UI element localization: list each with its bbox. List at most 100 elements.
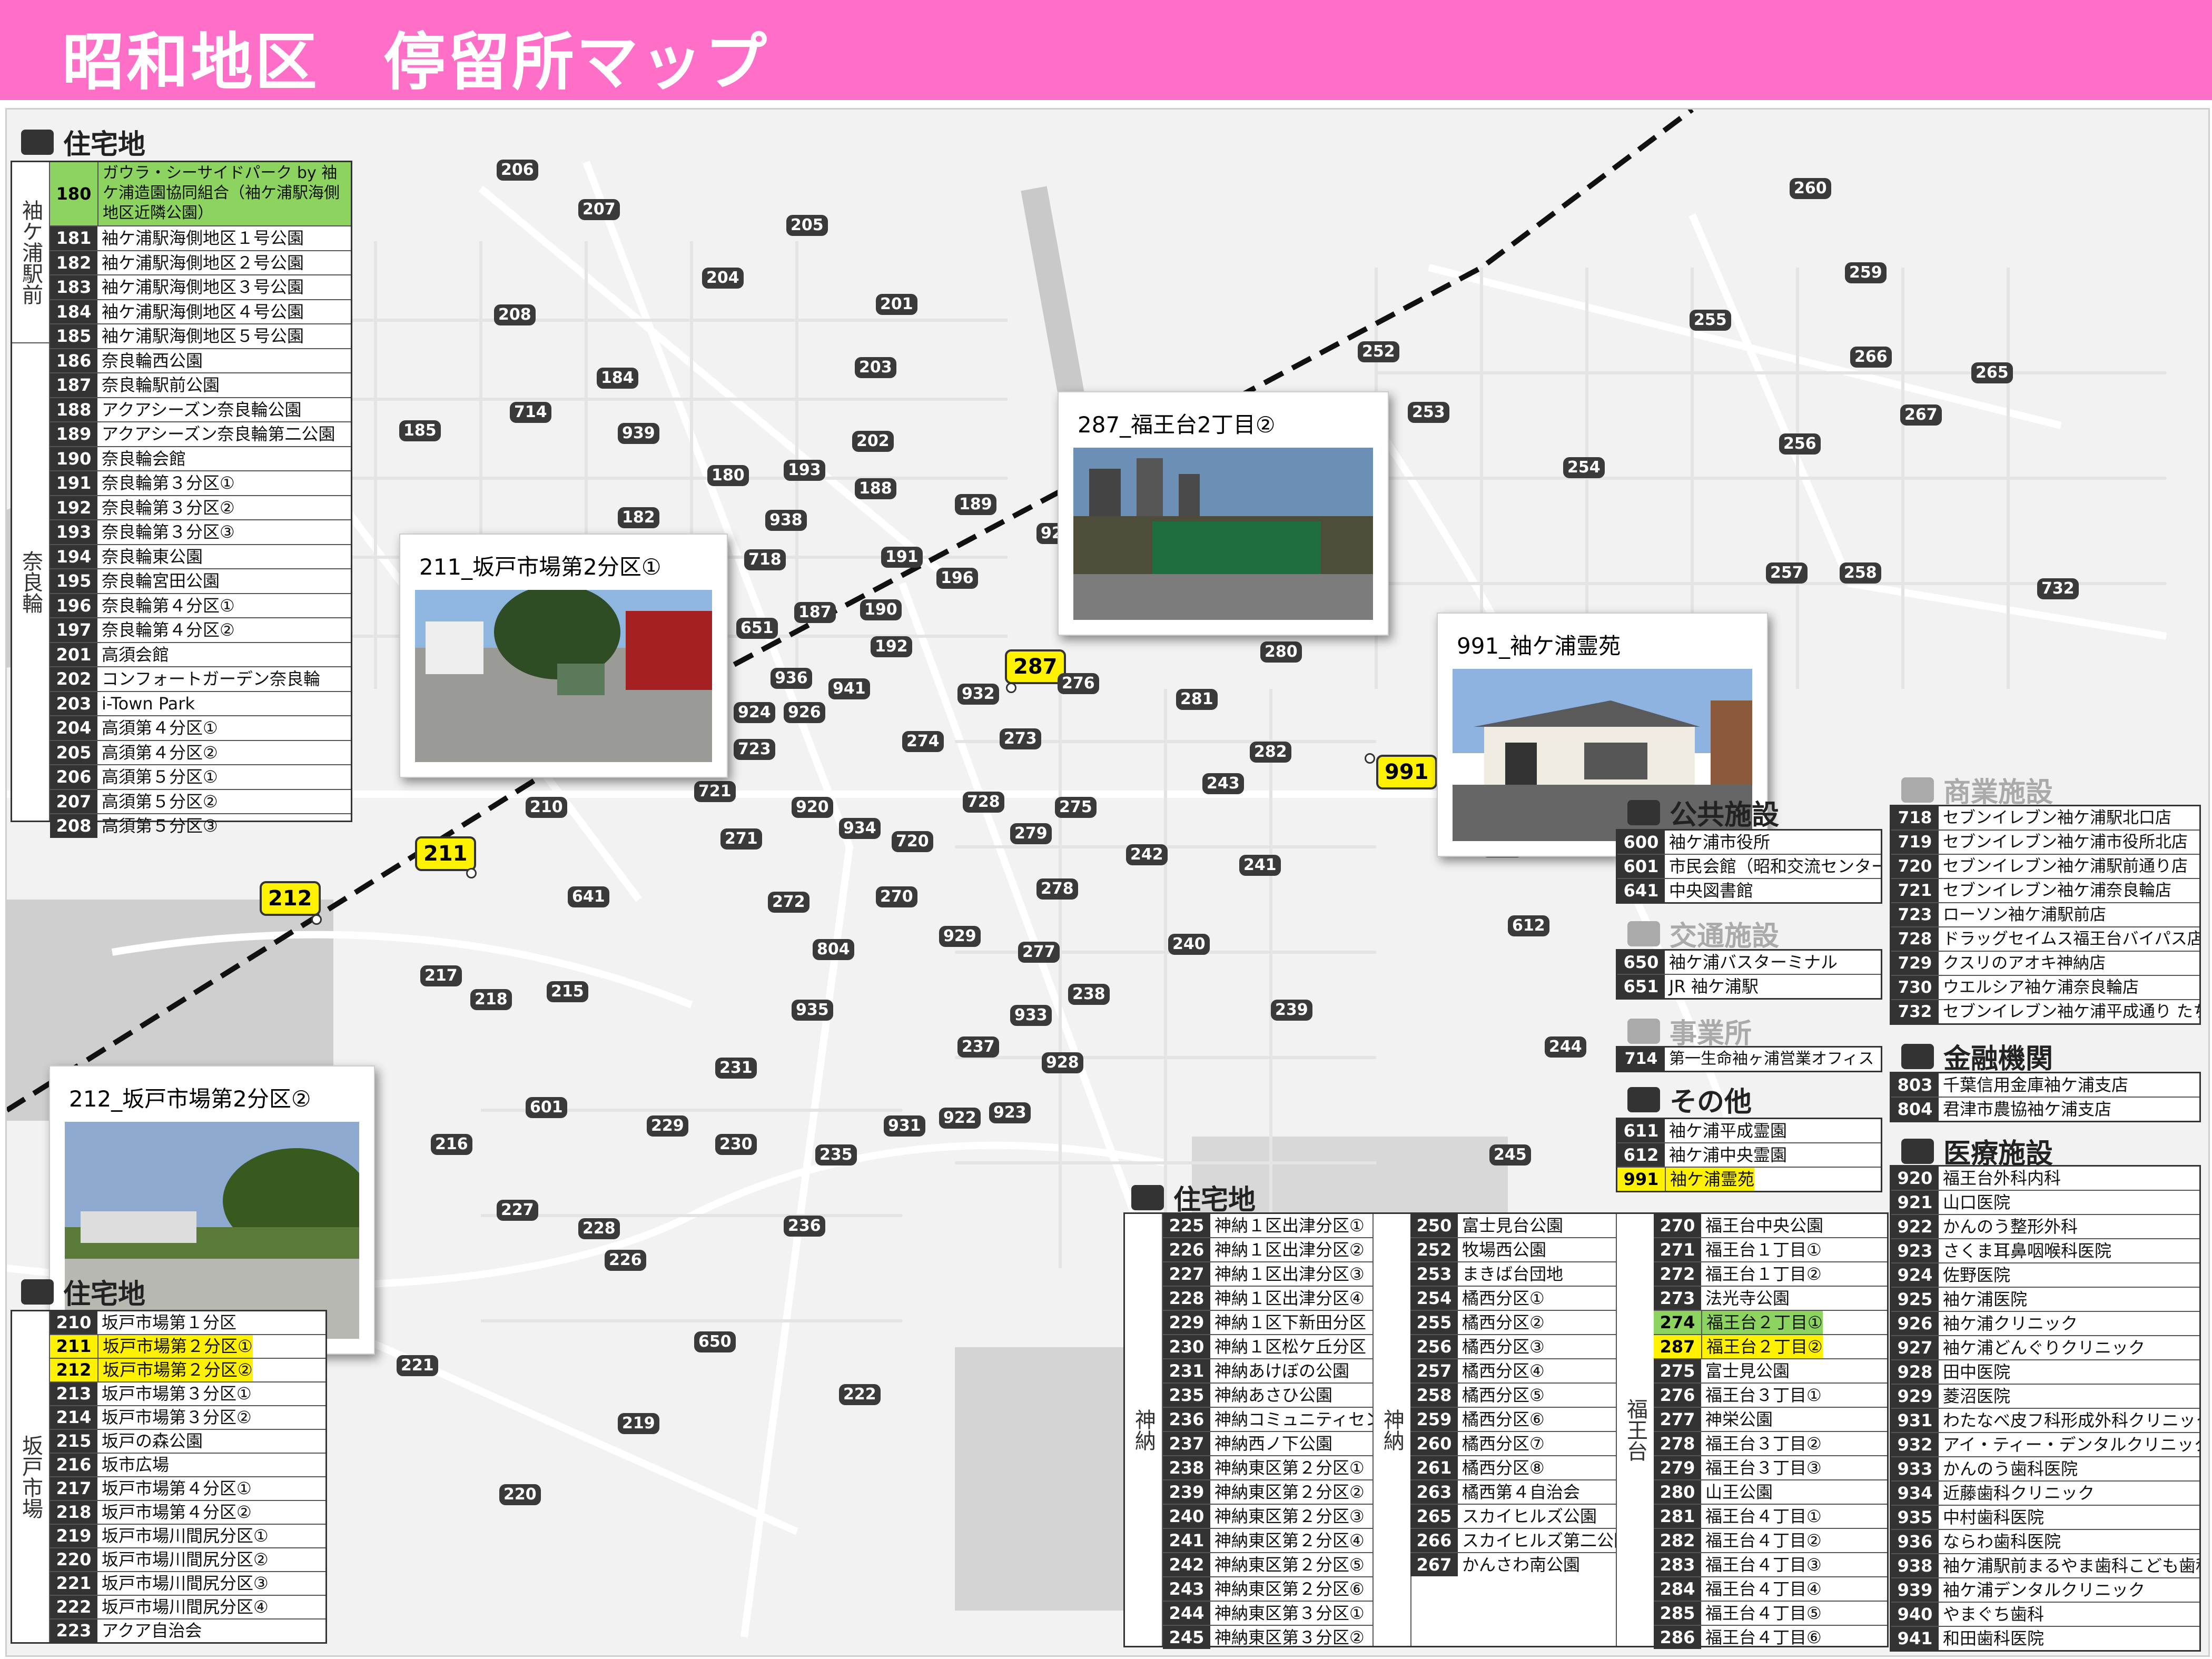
map-stop[interactable]: 206 bbox=[497, 160, 538, 181]
map-stop[interactable]: 258 bbox=[1840, 562, 1881, 584]
map-stop[interactable]: 240 bbox=[1168, 934, 1210, 955]
map-stop[interactable]: 266 bbox=[1850, 347, 1892, 368]
map-stop[interactable]: 641 bbox=[568, 886, 609, 907]
map-stop-highlight[interactable]: 287 bbox=[1005, 649, 1066, 684]
photo-card-211[interactable]: 211_坂戸市場第2分区① bbox=[399, 534, 728, 778]
map-stop[interactable]: 208 bbox=[494, 304, 536, 325]
map-stop[interactable]: 728 bbox=[963, 792, 1004, 813]
map-stop[interactable]: 936 bbox=[771, 668, 812, 689]
map-stop[interactable]: 273 bbox=[1000, 728, 1041, 749]
map-stop[interactable]: 280 bbox=[1260, 641, 1302, 663]
map-stop[interactable]: 923 bbox=[989, 1102, 1031, 1123]
map-stop[interactable]: 230 bbox=[715, 1134, 757, 1155]
map-stop[interactable]: 243 bbox=[1202, 773, 1244, 794]
map-stop[interactable]: 207 bbox=[578, 199, 620, 220]
map-stop[interactable]: 257 bbox=[1766, 562, 1808, 584]
map-stop[interactable]: 922 bbox=[939, 1108, 981, 1129]
map-stop[interactable]: 720 bbox=[892, 831, 933, 852]
map-stop[interactable]: 920 bbox=[792, 797, 833, 818]
map-stop[interactable]: 239 bbox=[1271, 1000, 1312, 1021]
map-stop[interactable]: 188 bbox=[855, 478, 896, 499]
map-stop[interactable]: 245 bbox=[1489, 1144, 1531, 1166]
map-stop[interactable]: 217 bbox=[420, 965, 462, 986]
photo-card-287[interactable]: 287_福王台2丁目② bbox=[1058, 391, 1389, 636]
map-stop[interactable]: 278 bbox=[1036, 878, 1078, 900]
map-stop[interactable]: 721 bbox=[694, 781, 736, 802]
map-stop[interactable]: 215 bbox=[547, 981, 588, 1002]
map-stop[interactable]: 271 bbox=[720, 828, 762, 850]
map-stop[interactable]: 191 bbox=[881, 547, 923, 568]
map-stop[interactable]: 281 bbox=[1176, 689, 1218, 710]
map-stop[interactable]: 221 bbox=[397, 1355, 438, 1376]
map-stop[interactable]: 275 bbox=[1055, 797, 1097, 818]
map-stop[interactable]: 612 bbox=[1508, 915, 1549, 936]
map-stop[interactable]: 804 bbox=[813, 939, 854, 960]
map-stop[interactable]: 220 bbox=[499, 1484, 541, 1505]
map-stop[interactable]: 189 bbox=[955, 494, 996, 515]
map-stop[interactable]: 241 bbox=[1239, 855, 1281, 876]
map-stop[interactable]: 227 bbox=[497, 1200, 538, 1221]
map-stop[interactable]: 187 bbox=[794, 602, 836, 623]
map-stop[interactable]: 242 bbox=[1126, 844, 1168, 865]
map-stop[interactable]: 935 bbox=[792, 1000, 833, 1021]
map-stop[interactable]: 238 bbox=[1068, 984, 1110, 1005]
map-stop-highlight[interactable]: 212 bbox=[260, 881, 321, 916]
map-stop[interactable]: 267 bbox=[1900, 404, 1942, 426]
map-stop[interactable]: 270 bbox=[876, 886, 917, 907]
map-stop[interactable]: 205 bbox=[786, 215, 828, 236]
map-stop[interactable]: 938 bbox=[765, 510, 807, 531]
map-stop[interactable]: 279 bbox=[1010, 823, 1052, 844]
map-stop[interactable]: 226 bbox=[605, 1250, 646, 1271]
map-stop[interactable]: 277 bbox=[1018, 942, 1060, 963]
map-stop[interactable]: 276 bbox=[1058, 673, 1099, 694]
map-stop[interactable]: 196 bbox=[936, 568, 978, 589]
map-stop[interactable]: 272 bbox=[768, 892, 809, 913]
map-stop[interactable]: 256 bbox=[1779, 433, 1821, 455]
map-stop[interactable]: 228 bbox=[578, 1218, 620, 1239]
map-stop[interactable]: 180 bbox=[707, 465, 749, 486]
map-stop-highlight[interactable]: 991 bbox=[1376, 755, 1437, 789]
map-stop[interactable]: 718 bbox=[744, 549, 786, 570]
map-stop[interactable]: 941 bbox=[828, 678, 870, 699]
map-stop[interactable]: 934 bbox=[839, 818, 881, 839]
map-stop[interactable]: 255 bbox=[1690, 310, 1731, 331]
map-stop[interactable]: 218 bbox=[470, 989, 512, 1010]
map-stop[interactable]: 928 bbox=[1042, 1052, 1083, 1073]
map-stop[interactable]: 235 bbox=[815, 1144, 857, 1166]
map-stop[interactable]: 229 bbox=[647, 1115, 688, 1137]
map-stop[interactable]: 259 bbox=[1845, 262, 1887, 283]
map-stop[interactable]: 237 bbox=[957, 1036, 999, 1058]
map-stop[interactable]: 650 bbox=[694, 1331, 736, 1352]
map-stop[interactable]: 184 bbox=[597, 368, 638, 389]
map-stop[interactable]: 254 bbox=[1563, 457, 1605, 478]
map-stop[interactable]: 190 bbox=[860, 599, 902, 620]
map-stop[interactable]: 210 bbox=[526, 797, 567, 818]
map-stop[interactable]: 939 bbox=[618, 423, 659, 444]
map-stop[interactable]: 932 bbox=[957, 684, 999, 705]
map-stop[interactable]: 202 bbox=[852, 431, 894, 452]
map-stop[interactable]: 182 bbox=[618, 507, 659, 528]
map-stop[interactable]: 926 bbox=[784, 702, 825, 723]
map-stop[interactable]: 236 bbox=[784, 1216, 825, 1237]
map-stop-highlight[interactable]: 211 bbox=[415, 836, 476, 871]
map-stop[interactable]: 924 bbox=[734, 702, 775, 723]
map-stop[interactable]: 216 bbox=[431, 1134, 472, 1155]
map-stop[interactable]: 929 bbox=[939, 926, 981, 947]
map-stop[interactable]: 244 bbox=[1545, 1036, 1586, 1058]
map-stop[interactable]: 651 bbox=[736, 618, 778, 639]
map-stop[interactable]: 282 bbox=[1250, 742, 1291, 763]
map-stop[interactable]: 252 bbox=[1358, 341, 1399, 362]
map-stop[interactable]: 185 bbox=[399, 420, 441, 441]
map-stop[interactable]: 265 bbox=[1971, 362, 2013, 383]
map-stop[interactable]: 222 bbox=[839, 1384, 881, 1405]
map-stop[interactable]: 714 bbox=[510, 402, 551, 423]
map-stop[interactable]: 274 bbox=[902, 731, 944, 752]
map-stop[interactable]: 260 bbox=[1790, 178, 1831, 199]
map-stop[interactable]: 192 bbox=[871, 636, 912, 657]
map-stop[interactable]: 253 bbox=[1408, 402, 1449, 423]
map-stop[interactable]: 732 bbox=[2037, 578, 2079, 599]
map-stop[interactable]: 723 bbox=[734, 739, 775, 760]
map-stop[interactable]: 219 bbox=[618, 1413, 659, 1434]
map-stop[interactable]: 931 bbox=[884, 1115, 925, 1137]
map-stop[interactable]: 601 bbox=[526, 1097, 567, 1118]
